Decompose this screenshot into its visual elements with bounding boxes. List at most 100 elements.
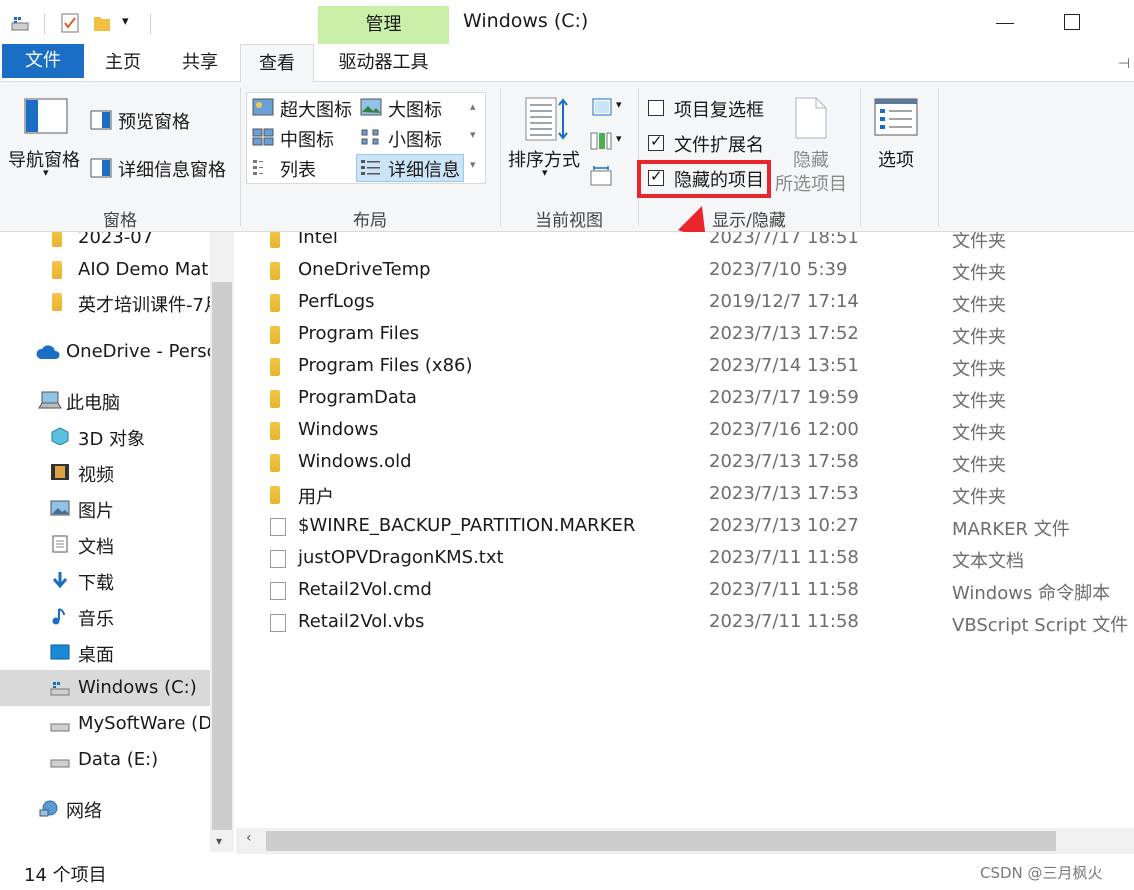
small-icons-option[interactable]: 小图标 [388,126,442,152]
file-date: 2023/7/11 11:58 [709,579,859,600]
nav-item-label: 桌面 [78,645,114,666]
chevron-down-icon[interactable]: ▾ [616,132,622,145]
large-icons-option[interactable]: 大图标 [388,96,442,122]
nav-item-drive-e[interactable]: Data (E:) [0,742,210,778]
video-icon [51,464,69,480]
chevron-down-icon[interactable]: ▾ [542,166,548,179]
nav-item-label: 网络 [66,801,102,822]
table-row[interactable]: Retail2Vol.cmd 2023/7/11 11:58 Windows 命令脚… [236,575,1134,607]
3d-objects-icon [51,427,69,445]
table-row[interactable]: Program Files (x86) 2023/7/14 13:51 文件夹 [236,351,1134,383]
size-columns-to-fit-icon[interactable] [590,166,612,186]
nav-item-network[interactable]: 网络 [0,790,210,826]
horizontal-scrollbar-thumb[interactable] [266,831,1056,851]
nav-item-label: 此电脑 [66,393,120,414]
customize-toolbar-icon[interactable]: ▾ [122,14,129,29]
file-type: Windows 命令脚本 [952,583,1111,604]
details-pane-button[interactable]: 详细信息窗格 [118,156,226,182]
nav-item[interactable]: 英才培训课件-7月 [0,284,210,320]
file-name: Intel [298,232,338,248]
scroll-up-icon[interactable]: ▴ [470,100,476,113]
properties-icon[interactable] [60,12,80,34]
table-row[interactable]: ProgramData 2023/7/17 19:59 文件夹 [236,383,1134,415]
list-option[interactable]: 列表 [280,156,316,182]
new-folder-icon[interactable] [92,12,112,34]
options-button[interactable]: 选项 [878,146,914,172]
table-row[interactable]: Windows 2023/7/16 12:00 文件夹 [236,415,1134,447]
list-view-icon [253,160,263,175]
maximize-button[interactable] [1064,14,1080,30]
file-name: justOPVDragonKMS.txt [298,547,504,568]
watermark: CSDN @三月枫火 [980,864,1103,882]
nav-item-label: Data (E:) [78,749,159,770]
nav-item-documents[interactable]: 文档 [0,526,210,562]
table-row[interactable]: $WINRE_BACKUP_PARTITION.MARKER 2023/7/13 … [236,511,1134,543]
nav-item-drive-c[interactable]: Windows (C:) [0,670,210,706]
scroll-down-icon[interactable]: ▾ [216,834,222,848]
table-row[interactable]: OneDriveTemp 2023/7/10 5:39 文件夹 [236,255,1134,287]
folder-icon [270,486,280,504]
table-row[interactable]: justOPVDragonKMS.txt 2023/7/11 11:58 文本文档 [236,543,1134,575]
hide-selected-items-button-line2[interactable]: 所选项目 [775,170,847,196]
folder-icon [270,326,280,344]
file-list: Intel 2023/7/17 18:51 文件夹 OneDriveTemp 2023/… [236,232,1134,828]
details-option[interactable]: 详细信息 [388,156,460,182]
table-row[interactable]: Retail2Vol.vbs 2023/7/11 11:58 VBScript Sc… [236,607,1134,639]
table-row[interactable]: PerfLogs 2019/12/7 17:14 文件夹 [236,287,1134,319]
file-extensions-checkbox[interactable] [648,132,664,151]
minimize-button[interactable] [983,10,1029,38]
nav-item-onedrive[interactable]: OneDrive - Perso [0,334,210,370]
medium-icons-option[interactable]: 中图标 [280,126,334,152]
tab-share[interactable]: 共享 [168,44,232,82]
options-icon[interactable] [874,98,918,136]
preview-pane-button[interactable]: 预览窗格 [118,108,190,134]
sort-by-icon[interactable] [524,96,570,142]
file-name: Retail2Vol.cmd [298,579,432,600]
scroll-left-icon[interactable]: ‹ [246,830,252,846]
file-name: OneDriveTemp [298,259,431,280]
folder-icon [270,358,280,376]
nav-item[interactable]: AIO Demo Mat [0,252,210,288]
nav-item-3d-objects[interactable]: 3D 对象 [0,418,210,454]
table-row[interactable]: Windows.old 2023/7/13 17:58 文件夹 [236,447,1134,479]
nav-item-videos[interactable]: 视频 [0,454,210,490]
item-checkboxes-checkbox[interactable] [648,100,664,116]
file-type: 文件夹 [952,295,1006,316]
nav-item-music[interactable]: 音乐 [0,598,210,634]
table-row[interactable]: Program Files 2023/7/13 17:52 文件夹 [236,319,1134,351]
table-row[interactable]: Intel 2023/7/17 18:51 文件夹 [236,232,1134,255]
details-view-icon [361,160,380,175]
details-pane-icon [90,158,112,178]
nav-item-drive-d[interactable]: MySoftWare (D [0,706,210,742]
status-bar [0,854,1134,890]
nav-scrollbar-thumb[interactable] [212,282,232,830]
add-columns-icon[interactable] [590,132,612,150]
chevron-down-icon[interactable]: ▾ [43,166,49,179]
file-type: MARKER 文件 [952,519,1070,540]
group-by-icon[interactable] [592,98,612,116]
navigation-pane-icon[interactable] [24,98,68,134]
expand-gallery-icon[interactable]: ▾ [470,158,476,171]
extra-large-icons-option[interactable]: 超大图标 [280,96,352,122]
tab-home[interactable]: 主页 [92,44,154,82]
nav-item-this-pc[interactable]: 此电脑 [0,382,210,418]
table-row[interactable]: 用户 2023/7/13 17:53 文件夹 [236,479,1134,511]
file-date: 2023/7/17 18:51 [709,232,859,248]
tab-manage[interactable]: 管理 [318,6,449,44]
tab-file[interactable]: 文件 [2,44,84,78]
chevron-down-icon[interactable]: ▾ [616,98,622,111]
hide-selected-items-button-line1[interactable]: 隐藏 [793,146,829,172]
nav-item-label: 英才培训课件-7月 [78,295,210,316]
nav-item-desktop[interactable]: 桌面 [0,634,210,670]
tab-view[interactable]: 查看 [240,44,314,83]
file-type: 文本文档 [952,551,1024,572]
window-title: Windows (C:) [463,10,589,32]
pin-ribbon-icon[interactable]: ⊣ [1118,56,1130,72]
scroll-down-icon[interactable]: ▾ [470,128,476,141]
drive-icon [50,723,70,732]
file-date: 2023/7/10 5:39 [709,259,848,280]
drive-icon[interactable] [10,12,30,34]
nav-item-pictures[interactable]: 图片 [0,490,210,526]
nav-item-downloads[interactable]: 下载 [0,562,210,598]
tab-drive-tools[interactable]: 驱动器工具 [318,44,449,82]
